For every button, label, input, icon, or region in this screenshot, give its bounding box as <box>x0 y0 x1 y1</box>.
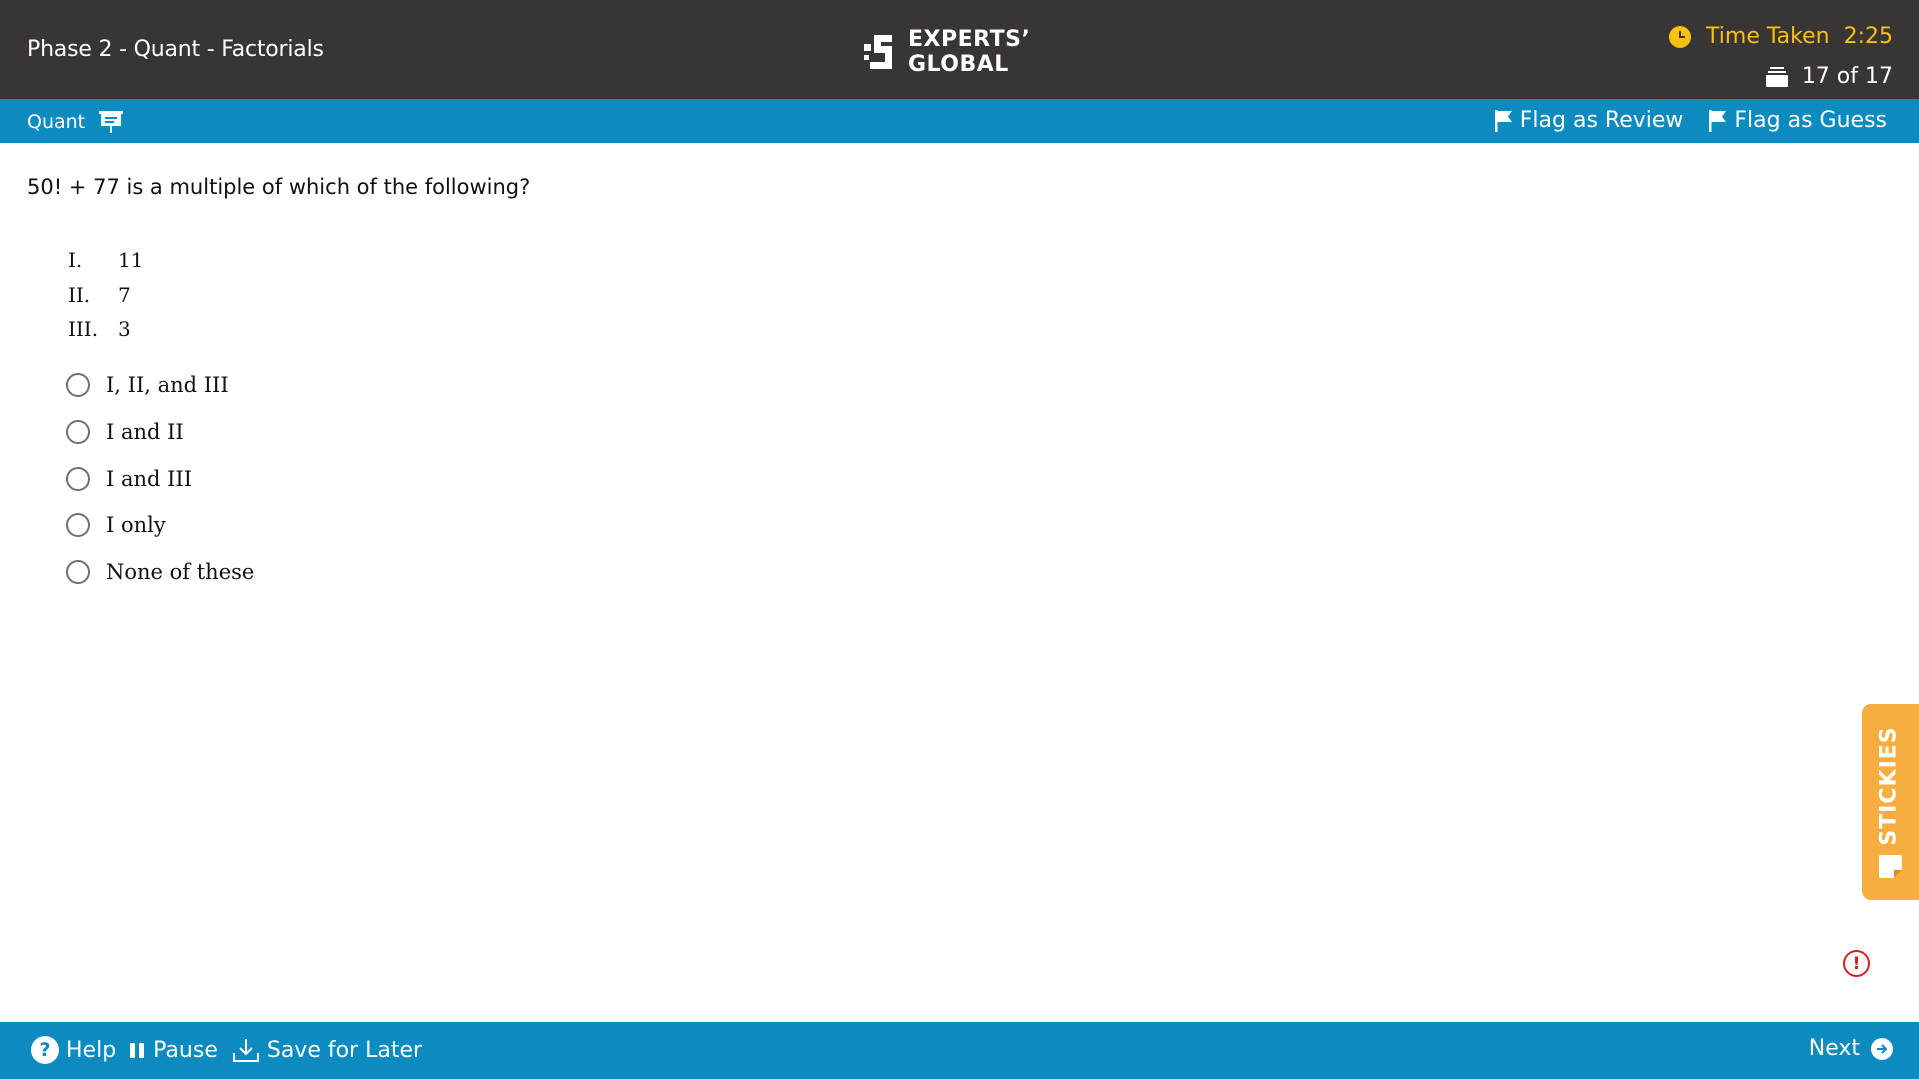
statement-item: III. 3 <box>68 317 131 342</box>
pause-label: Pause <box>153 1037 218 1063</box>
statement-list: I. 11 II. 7 III. 3 <box>68 243 143 347</box>
question-toolbar: Quant Flag as Review Flag as Guess <box>0 99 1919 143</box>
flag-icon <box>1709 109 1727 132</box>
next-button[interactable]: Next <box>1809 1036 1893 1061</box>
timer-value: 2:25 <box>1843 24 1893 49</box>
stickies-label: STICKIES <box>1876 726 1902 846</box>
flag-review-label: Flag as Review <box>1519 108 1684 133</box>
save-label: Save for Later <box>266 1037 423 1063</box>
experts-global-logo: EXPERTS’ GLOBAL <box>862 27 1030 77</box>
help-button[interactable]: ? Help <box>31 1036 116 1064</box>
report-issue-icon[interactable]: ! <box>1843 950 1870 977</box>
sticky-note-icon <box>1879 855 1902 878</box>
answer-option-1[interactable]: I, II, and III <box>66 362 254 409</box>
radio-button[interactable] <box>66 420 90 445</box>
question-stack-icon <box>1765 66 1788 87</box>
pause-button[interactable]: Pause <box>130 1038 218 1063</box>
statement-item: II. 7 <box>68 282 131 307</box>
help-label: Help <box>66 1037 117 1063</box>
section-indicator: Quant <box>27 110 124 134</box>
answer-option-4[interactable]: I only <box>66 502 254 549</box>
logo-text: EXPERTS’ GLOBAL <box>908 27 1031 77</box>
whiteboard-icon[interactable] <box>99 110 124 134</box>
question-progress: 17 of 17 <box>1765 64 1893 89</box>
section-label: Quant <box>27 111 86 133</box>
page-title: Phase 2 - Quant - Factorials <box>27 37 324 62</box>
flag-guess-label: Flag as Guess <box>1734 108 1887 133</box>
help-icon: ? <box>31 1036 59 1064</box>
statement-item: I. 11 <box>68 248 144 273</box>
timer-label: Time Taken <box>1706 24 1830 49</box>
save-for-later-button[interactable]: Save for Later <box>232 1037 422 1063</box>
time-taken: Time Taken 2:25 <box>1669 24 1893 49</box>
radio-button[interactable] <box>66 560 90 585</box>
clock-icon <box>1669 25 1692 48</box>
pause-icon <box>130 1042 145 1058</box>
question-stem: 50! + 77 is a multiple of which of the f… <box>27 175 531 199</box>
arrow-right-icon <box>1871 1037 1893 1060</box>
radio-button[interactable] <box>66 466 90 491</box>
answer-option-2[interactable]: I and II <box>66 409 254 456</box>
answer-option-5[interactable]: None of these <box>66 549 254 596</box>
flag-as-review-button[interactable]: Flag as Review <box>1494 108 1684 133</box>
flag-as-guess-button[interactable]: Flag as Guess <box>1709 108 1887 133</box>
answer-options: I, II, and III I and II I and III I only… <box>66 362 254 595</box>
flag-icon <box>1494 109 1512 132</box>
stickies-tab[interactable]: STICKIES <box>1862 704 1919 900</box>
top-header: Phase 2 - Quant - Factorials EXPERTS’ GL… <box>0 0 1919 99</box>
next-label: Next <box>1808 1036 1860 1061</box>
radio-button[interactable] <box>66 373 90 398</box>
answer-option-3[interactable]: I and III <box>66 455 254 502</box>
bottom-bar: ? Help Pause Save for Later Next <box>0 1022 1919 1079</box>
download-icon <box>232 1039 259 1062</box>
radio-button[interactable] <box>66 513 90 538</box>
progress-text: 17 of 17 <box>1801 64 1893 89</box>
logo-mark-icon <box>864 35 892 69</box>
